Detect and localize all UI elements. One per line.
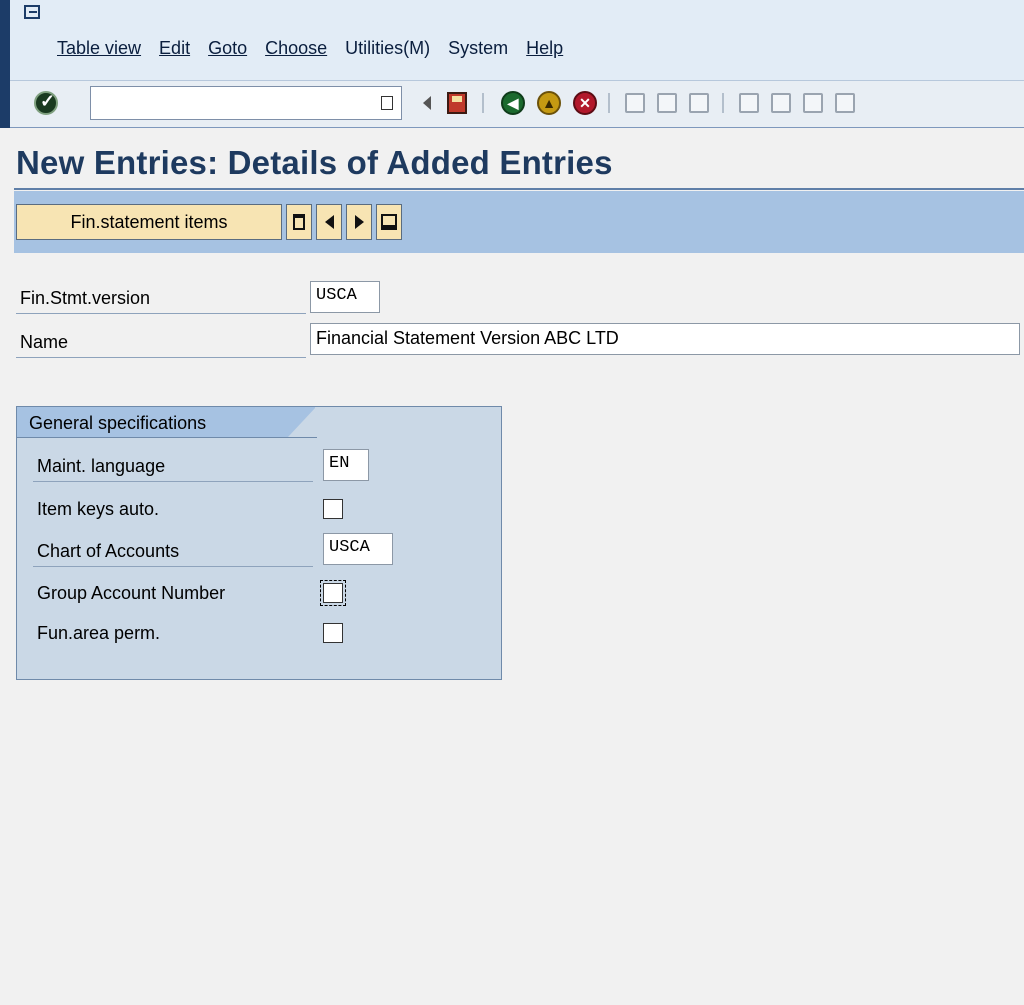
row-underline [16,313,306,314]
print-button[interactable] [376,204,402,240]
menu-help[interactable]: Help [526,38,563,59]
group-title: General specifications [29,413,207,433]
row-underline [33,481,313,482]
first-page-icon[interactable] [738,90,760,116]
menu-choose[interactable]: Choose [265,38,327,59]
separator [482,93,484,113]
version-field[interactable]: USCA [310,281,380,313]
maint-language-field[interactable]: EN [323,449,369,481]
name-row: Name [16,324,306,358]
general-specifications-group: General specifications Maint. language E… [16,406,502,680]
chart-of-accounts-field[interactable]: USCA [323,533,393,565]
menu-table-view[interactable]: Table view [57,38,141,59]
previous-entry-button[interactable] [316,204,342,240]
chart-of-accounts-label: Chart of Accounts [37,541,180,561]
version-row: Fin.Stmt.version [16,280,306,314]
title-bar: New Entries: Details of Added Entries [0,128,1024,190]
print-icon[interactable] [624,90,646,116]
arrow-left-icon [324,215,334,229]
group-account-number-checkbox[interactable] [320,580,346,606]
trash-icon [293,214,305,230]
last-page-icon[interactable] [834,90,856,116]
previous-page-icon[interactable] [770,90,792,116]
collapse-icon[interactable] [420,90,434,116]
menu-system[interactable]: System [448,38,508,59]
command-history-icon[interactable] [381,96,393,110]
menu-system-icon[interactable] [24,5,40,19]
save-icon[interactable] [446,90,468,116]
group-title-line [17,437,317,438]
item-keys-checkbox[interactable] [323,499,343,519]
cancel-icon[interactable]: ✕ [572,90,598,116]
next-entry-button[interactable] [346,204,372,240]
printer-icon [381,214,397,230]
next-page-icon[interactable] [802,90,824,116]
group-account-number-label: Group Account Number [37,583,226,603]
find-icon[interactable] [656,90,678,116]
application-toolbar: Fin.statement items [14,191,1024,253]
fun-area-row: Fun.area perm. [21,615,311,649]
row-underline [33,566,313,567]
chart-of-accounts-row: Chart of Accounts [21,533,313,567]
separator [722,93,724,113]
window-edge [0,0,10,128]
arrow-right-icon [354,215,364,229]
menu-goto[interactable]: Goto [208,38,247,59]
row-underline [16,357,306,358]
menu-items: Table view Edit Goto Choose Utilities(M)… [57,38,581,59]
back-icon[interactable]: ◀ [500,90,526,116]
command-field[interactable] [90,86,402,120]
separator [608,93,610,113]
maint-language-row: Maint. language [21,448,313,482]
exit-icon[interactable]: ▲ [536,90,562,116]
menu-bar: Table view Edit Goto Choose Utilities(M)… [0,0,1024,128]
name-label: Name [20,332,69,352]
fin-statement-items-button[interactable]: Fin.statement items [16,204,282,240]
group-account-number-row: Group Account Number [21,575,311,609]
item-keys-row: Item keys auto. [21,491,311,525]
page-title: New Entries: Details of Added Entries [16,144,613,181]
title-underline [14,188,1024,190]
version-label: Fin.Stmt.version [20,288,151,308]
fun-area-label: Fun.area perm. [37,623,161,643]
fun-area-checkbox[interactable] [323,623,343,643]
group-title-tab: General specifications [17,407,316,437]
name-field[interactable]: Financial Statement Version ABC LTD [310,323,1020,355]
menu-edit[interactable]: Edit [159,38,190,59]
maint-language-label: Maint. language [37,456,166,476]
enter-icon[interactable] [34,91,58,115]
item-keys-label: Item keys auto. [37,499,160,519]
standard-toolbar: ◀ ▲ ✕ [10,80,1024,128]
menu-utilities[interactable]: Utilities(M) [345,38,430,59]
find-next-icon[interactable] [688,90,710,116]
delete-button[interactable] [286,204,312,240]
